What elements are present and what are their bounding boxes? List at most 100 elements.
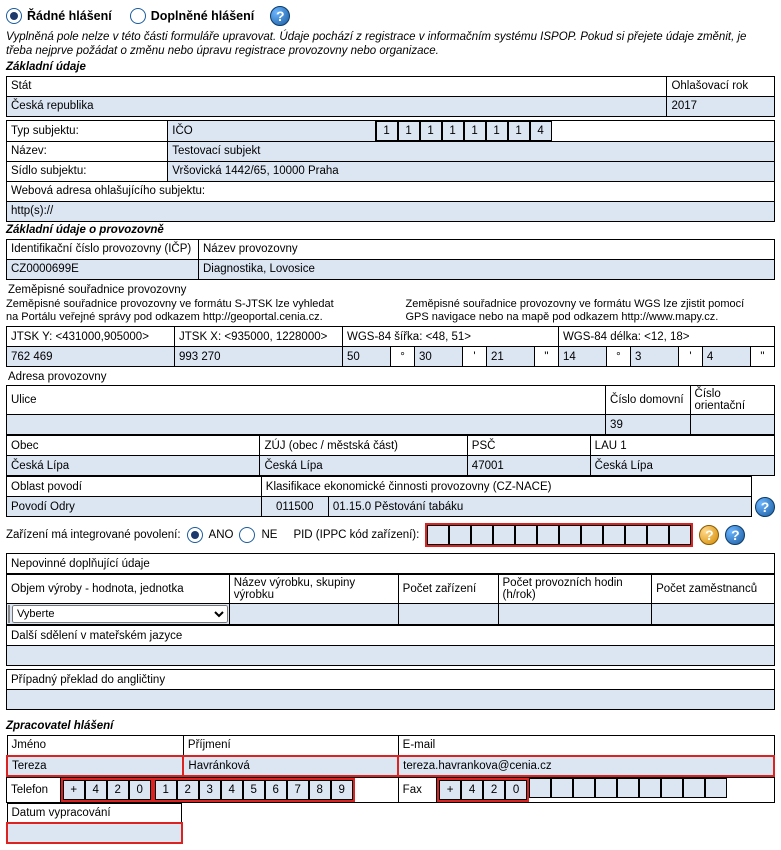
note-left1: Zeměpisné souřadnice provozovny ve formá… xyxy=(6,298,376,311)
jtskx-value: 993 270 xyxy=(175,347,343,367)
digit-cell[interactable] xyxy=(625,525,647,545)
digit-cell[interactable] xyxy=(471,525,493,545)
prijmeni-value[interactable]: Havránková xyxy=(183,756,398,776)
fax-digit[interactable] xyxy=(661,778,683,798)
cislo-or-label: Číslo orientační xyxy=(690,386,774,415)
note-right1: Zeměpisné souřadnice provozovny ve formá… xyxy=(406,298,776,311)
radio-supplement[interactable] xyxy=(130,8,146,24)
tel-digit[interactable]: 4 xyxy=(221,780,243,800)
digit-cell[interactable] xyxy=(669,525,691,545)
fax-digit[interactable]: 0 xyxy=(505,780,527,800)
preklad-value[interactable] xyxy=(7,690,775,710)
section-basic-title: Základní údaje xyxy=(6,61,775,73)
radio-supplement-label: Doplněné hlášení xyxy=(151,9,255,23)
digit-cell[interactable] xyxy=(647,525,669,545)
fax-digit[interactable] xyxy=(683,778,705,798)
lau-value: Česká Lípa xyxy=(590,456,774,476)
telefon-label: Telefon xyxy=(7,777,61,802)
pid-digits[interactable] xyxy=(425,523,693,547)
fax-digit[interactable] xyxy=(617,778,639,798)
jtskx-label: JTSK X: <935000, 1228000> xyxy=(175,327,343,347)
telefon-digits[interactable]: +420123456789 xyxy=(61,778,398,802)
cislo-or-value xyxy=(690,415,774,435)
radio-regular[interactable] xyxy=(6,8,22,24)
email-value[interactable]: tereza.havrankova@cenia.cz xyxy=(398,756,774,776)
lau-label: LAU 1 xyxy=(590,436,774,456)
tel-digit[interactable]: 5 xyxy=(243,780,265,800)
tel-digit[interactable]: 3 xyxy=(199,780,221,800)
fax-digit[interactable] xyxy=(639,778,661,798)
tel-digit[interactable]: 7 xyxy=(287,780,309,800)
digit-cell[interactable] xyxy=(603,525,625,545)
datum-label: Datum vypracování xyxy=(7,803,182,823)
tel-digit[interactable]: 9 xyxy=(331,780,353,800)
tel-digit[interactable]: 8 xyxy=(309,780,331,800)
digit-cell[interactable] xyxy=(449,525,471,545)
icp-label: Identifikační číslo provozovny (IČP) xyxy=(7,239,199,259)
opt-col1: Objem výroby - hodnota, jednotka xyxy=(7,575,230,604)
povodi-label: Oblast povodí xyxy=(7,477,262,497)
digit-cell[interactable] xyxy=(427,525,449,545)
ico-digit: 1 xyxy=(442,121,464,141)
jmeno-value[interactable]: Tereza xyxy=(7,756,183,776)
opt-value-input[interactable] xyxy=(8,605,10,623)
fax-label: Fax xyxy=(398,777,436,802)
fax-digit[interactable] xyxy=(551,778,573,798)
fax-digit[interactable] xyxy=(529,778,551,798)
fax-digit[interactable]: + xyxy=(439,780,461,800)
nace-label: Klasifikace ekonomické činnosti provozov… xyxy=(261,477,751,497)
fax-digits[interactable]: +420 xyxy=(437,778,774,802)
opt-col3: Počet zařízení xyxy=(398,575,498,604)
opt-col3-v[interactable] xyxy=(398,604,498,625)
naz-label: Název provozovny xyxy=(199,239,775,259)
tel-digit[interactable]: 2 xyxy=(107,780,129,800)
prijmeni-label: Příjmení xyxy=(183,736,398,756)
zuj-label: ZÚJ (obec / městská část) xyxy=(260,436,467,456)
tel-digit[interactable]: + xyxy=(63,780,85,800)
tel-digit[interactable]: 2 xyxy=(177,780,199,800)
ico-label: IČO xyxy=(168,120,375,141)
fax-digit[interactable] xyxy=(573,778,595,798)
wgs-s-sec: 21 xyxy=(486,347,534,367)
help-icon[interactable]: ? xyxy=(270,6,290,26)
intro-text: Vyplněná pole nelze v této části formulá… xyxy=(6,30,775,59)
tel-digit[interactable]: 6 xyxy=(265,780,287,800)
radio-ano[interactable] xyxy=(187,527,203,543)
fax-digit[interactable]: 4 xyxy=(461,780,483,800)
opt-unit-select[interactable]: Vyberte xyxy=(12,605,228,623)
report-type-row: Řádné hlášení Doplněné hlášení ? xyxy=(6,6,775,26)
datum-value[interactable] xyxy=(7,823,182,843)
jtsky-label: JTSK Y: <431000,905000> xyxy=(7,327,175,347)
fax-digit[interactable] xyxy=(595,778,617,798)
povodi-value: Povodí Odry xyxy=(7,497,262,517)
help-icon-orange[interactable]: ? xyxy=(699,525,719,545)
optional-title: Nepovinné doplňující údaje xyxy=(7,554,775,574)
facility-id-table: Identifikační číslo provozovny (IČP) Náz… xyxy=(6,239,775,280)
fax-digit[interactable]: 2 xyxy=(483,780,505,800)
section-facility-title: Základní údaje o provozovně xyxy=(6,224,775,236)
tel-digit[interactable]: 0 xyxy=(129,780,151,800)
digit-cell[interactable] xyxy=(537,525,559,545)
tel-digit[interactable]: 1 xyxy=(155,780,177,800)
ico-digit: 1 xyxy=(376,121,398,141)
note-left2: na Portálu veřejné správy pod odkazem ht… xyxy=(6,311,376,324)
web-value[interactable]: http(s):// xyxy=(7,201,775,221)
opt-col5-v[interactable] xyxy=(652,604,775,625)
note-right2: GPS navigace nebo na mapě pod odkazem ht… xyxy=(406,311,776,324)
help-icon-nace[interactable]: ? xyxy=(755,497,775,517)
ano-label: ANO xyxy=(209,529,234,541)
digit-cell[interactable] xyxy=(559,525,581,545)
address-title: Adresa provozovny xyxy=(8,371,775,383)
digit-cell[interactable] xyxy=(515,525,537,545)
digit-cell[interactable] xyxy=(493,525,515,545)
dalsi-value[interactable] xyxy=(7,646,775,666)
radio-ne[interactable] xyxy=(239,527,255,543)
opt-col4-v[interactable] xyxy=(498,604,652,625)
tel-digit[interactable]: 4 xyxy=(85,780,107,800)
opt-col2-v[interactable] xyxy=(229,604,398,625)
help-icon-pid[interactable]: ? xyxy=(725,525,745,545)
fax-digit[interactable] xyxy=(705,778,727,798)
wgs-d-deg: 14 xyxy=(558,347,606,367)
digit-cell[interactable] xyxy=(581,525,603,545)
stat-value: Česká republika xyxy=(7,96,667,116)
